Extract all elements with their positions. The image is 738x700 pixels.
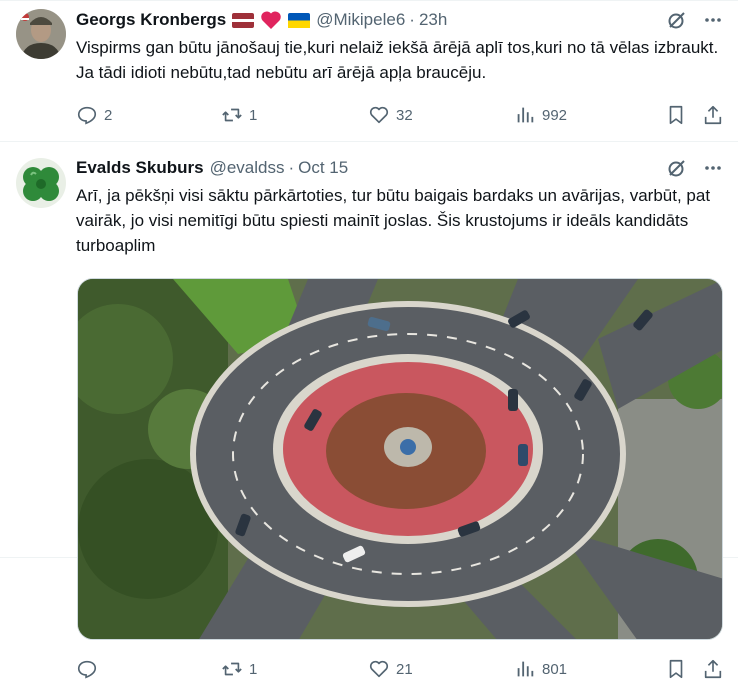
like-count: 21 [396, 660, 413, 678]
views-button[interactable]: 801 [514, 658, 567, 680]
share-icon [704, 659, 722, 679]
avatar[interactable] [16, 158, 66, 208]
tweet-actions: 1 21 801 [76, 657, 724, 681]
reply-icon [77, 660, 97, 679]
views-count: 801 [542, 660, 568, 678]
roundabout-aerial-photo[interactable] [77, 278, 723, 640]
tweet-header: Evalds Skuburs @evaldss · Oct 15 [76, 157, 722, 179]
tweet-text: Arī, ja pēkšņi visi sāktu pārkārtoties, … [76, 186, 715, 255]
bookmark-button[interactable] [665, 658, 687, 680]
separator-dot: · [288, 158, 295, 177]
header-actions [666, 157, 724, 179]
heart-icon [369, 660, 389, 678]
grok-icon[interactable] [666, 157, 688, 179]
more-options-icon[interactable] [702, 157, 724, 179]
share-button[interactable] [702, 658, 724, 680]
views-icon [517, 661, 534, 677]
repost-icon [222, 662, 242, 676]
repost-button[interactable]: 1 [221, 658, 257, 680]
like-button[interactable]: 21 [368, 658, 413, 680]
display-name[interactable]: Evalds Skuburs [76, 158, 204, 178]
timestamp[interactable]: Oct 15 [298, 158, 348, 178]
handle[interactable]: @evaldss [210, 158, 285, 178]
reply-button[interactable] [76, 658, 104, 680]
bookmark-icon [669, 659, 683, 679]
repost-count: 1 [249, 660, 258, 678]
